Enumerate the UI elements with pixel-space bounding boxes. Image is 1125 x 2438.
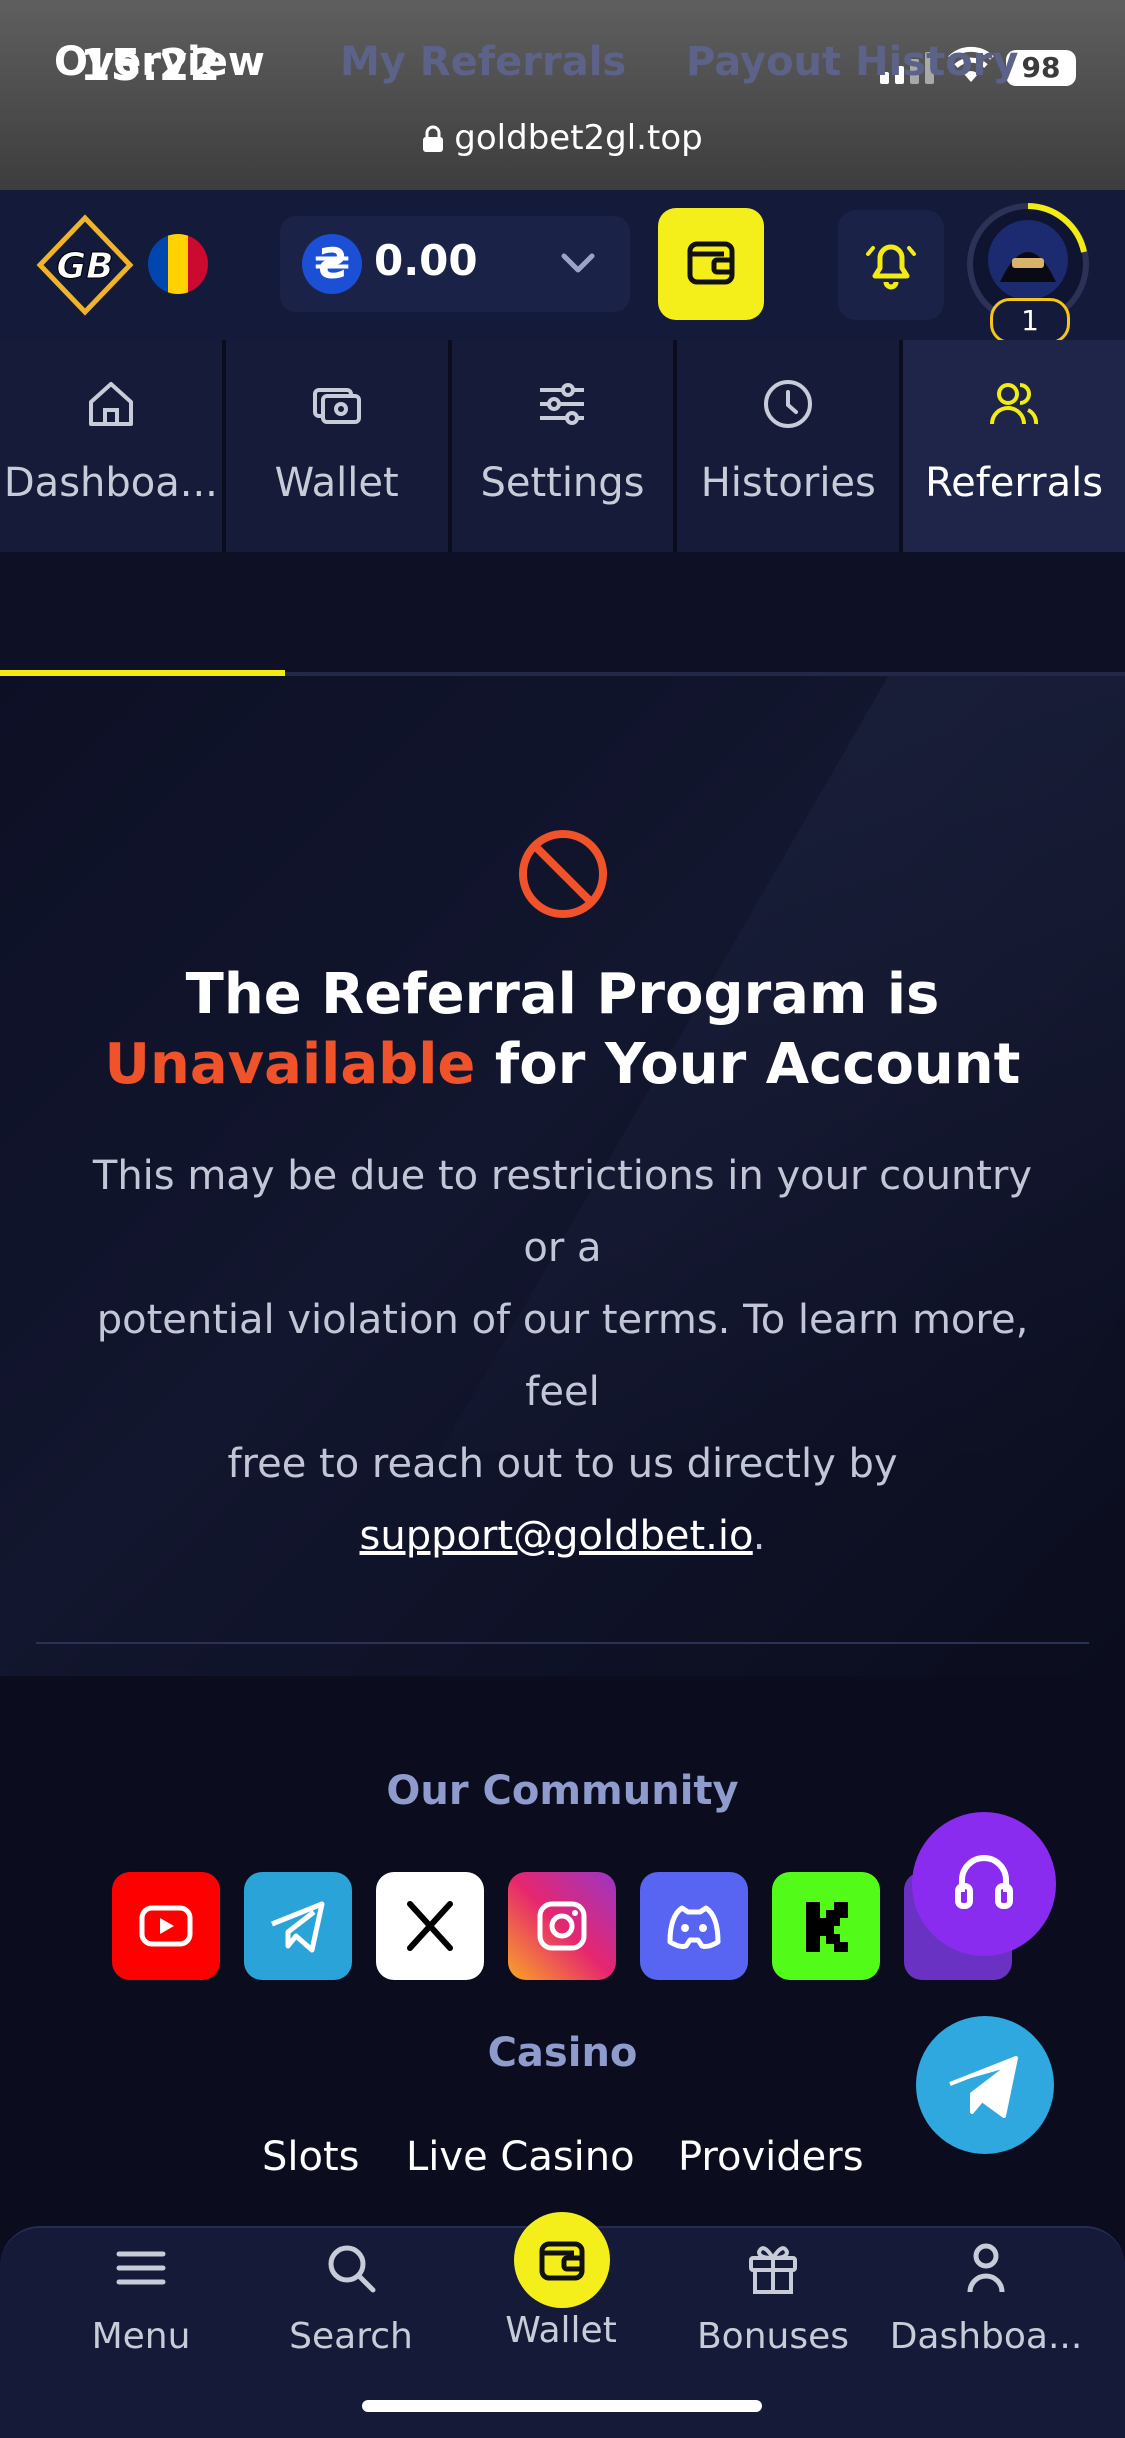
bell-icon	[866, 244, 916, 290]
telegram-float-button[interactable]	[916, 2016, 1054, 2154]
users-icon	[990, 383, 1039, 425]
youtube-link[interactable]	[112, 1872, 220, 1980]
level-badge: 1	[990, 298, 1070, 344]
tab-wallet-label: Wallet	[274, 460, 399, 506]
address-bar[interactable]: goldbet2gl.top	[0, 118, 1125, 158]
notice-title-rest: for Your Account	[475, 1032, 1021, 1097]
telegram-link[interactable]	[244, 1872, 352, 1980]
home-indicator	[362, 2400, 762, 2412]
telegram-icon	[949, 2056, 1018, 2118]
sliders-icon	[540, 383, 585, 425]
user-icon	[967, 2243, 1005, 2293]
wallet-icon	[687, 241, 735, 285]
svg-text:GB: GB	[57, 246, 114, 287]
tab-histories-label: Histories	[700, 460, 876, 506]
tab-histories[interactable]: Histories	[677, 340, 900, 552]
bottom-nav-dashboard-label: Dashboa...	[889, 2316, 1083, 2357]
bottom-nav-bonuses-label: Bonuses	[696, 2316, 849, 2357]
tab-settings[interactable]: Settings	[451, 340, 674, 552]
hryvnia-coin-icon: ₴	[302, 234, 362, 294]
support-email-link[interactable]: support@goldbet.io	[360, 1513, 753, 1559]
tab-dashboard[interactable]: Dashboa...	[0, 340, 222, 552]
notifications-button[interactable]	[838, 210, 944, 320]
bottom-nav-wallet-button[interactable]	[514, 2212, 610, 2308]
footer-link-live-casino[interactable]: Live Casino	[406, 2134, 635, 2180]
footer-link-providers[interactable]: Providers	[678, 2134, 864, 2180]
wallet-button[interactable]	[658, 208, 764, 320]
email-suffix: .	[752, 1513, 766, 1559]
footer-link-slots[interactable]: Slots	[262, 2134, 360, 2180]
tab-dashboard-label: Dashboa...	[3, 460, 218, 506]
menu-icon	[116, 2251, 166, 2285]
moldova-flag-icon[interactable]	[148, 234, 208, 294]
bottom-nav-dashboard[interactable]: Dashboa...	[886, 2238, 1086, 2357]
subtab-payout-history[interactable]: Payout History	[686, 0, 1018, 124]
notice-title: The Referral Program is Unavailable for …	[60, 960, 1065, 1100]
youtube-icon	[139, 1905, 193, 1947]
chevron-down-icon[interactable]	[556, 246, 600, 282]
telegram-icon	[271, 1901, 325, 1953]
subtab-overview[interactable]: Overview	[54, 0, 265, 124]
tab-referrals-label: Referrals	[925, 460, 1104, 506]
instagram-link[interactable]	[508, 1872, 616, 1980]
subtab-my-referrals[interactable]: My Referrals	[340, 0, 626, 124]
gift-icon	[749, 2246, 797, 2294]
x-icon	[407, 1901, 453, 1951]
referral-subtabs	[0, 552, 1125, 676]
kick-icon	[806, 1902, 848, 1952]
bottom-nav-menu-label: Menu	[91, 2316, 191, 2357]
discord-icon	[667, 1905, 721, 1949]
notice-desc-line1: This may be due to restrictions in your …	[92, 1153, 1033, 1271]
bottom-nav-search[interactable]: Search	[256, 2238, 446, 2357]
headset-icon	[955, 1855, 1013, 1909]
balance-value: 0.00	[374, 236, 478, 285]
prohibited-icon	[519, 830, 607, 918]
notice-desc-line3: free to reach out to us directly by	[227, 1441, 898, 1487]
wallet-icon	[312, 388, 361, 424]
tab-referrals[interactable]: Referrals	[903, 340, 1125, 552]
notice-title-highlight: Unavailable	[104, 1032, 476, 1097]
search-icon	[328, 2245, 376, 2293]
bottom-nav-bonuses[interactable]: Bonuses	[678, 2238, 868, 2357]
home-icon	[88, 382, 133, 426]
bottom-nav-search-label: Search	[289, 2316, 413, 2357]
notice-description: This may be due to restrictions in your …	[70, 1140, 1055, 1572]
notice-title-line1: The Referral Program is	[185, 962, 940, 1027]
support-chat-button[interactable]	[912, 1812, 1056, 1956]
footer-divider	[36, 1642, 1089, 1644]
instagram-icon	[537, 1901, 587, 1951]
goldbet-logo[interactable]: GB	[30, 210, 140, 320]
discord-link[interactable]	[640, 1872, 748, 1980]
bottom-nav-wallet-label[interactable]: Wallet	[466, 2310, 656, 2351]
subtab-active-indicator	[0, 670, 285, 676]
account-nav: Dashboa... Wallet Settings Histories Ref…	[0, 340, 1125, 552]
url-text: goldbet2gl.top	[454, 118, 703, 158]
wallet-icon	[539, 2241, 585, 2281]
bottom-nav-menu[interactable]: Menu	[46, 2238, 236, 2357]
notice-desc-line2: potential violation of our terms. To lea…	[96, 1297, 1029, 1415]
x-twitter-link[interactable]	[376, 1872, 484, 1980]
tab-settings-label: Settings	[480, 460, 645, 506]
clock-icon	[764, 380, 813, 428]
community-title: Our Community	[386, 1768, 739, 1814]
tab-wallet[interactable]: Wallet	[225, 340, 448, 552]
kick-link[interactable]	[772, 1872, 880, 1980]
lock-icon	[423, 125, 444, 152]
